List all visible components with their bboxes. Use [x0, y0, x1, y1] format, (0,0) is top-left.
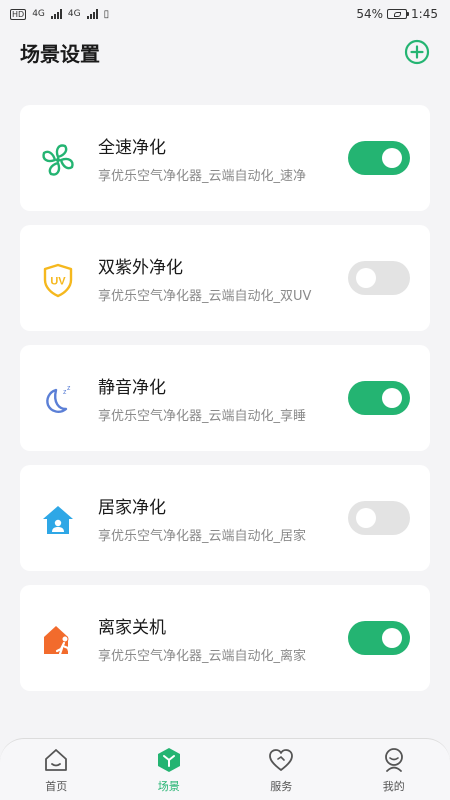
scene-description: 享优乐空气净化器_云端自动化_双UV	[98, 289, 312, 304]
scene-description: 享优乐空气净化器_云端自动化_享睡	[98, 409, 307, 424]
nav-label: 首页	[45, 779, 68, 793]
network-label-2: 4G	[67, 9, 81, 19]
scene-toggle[interactable]	[348, 261, 410, 295]
toggle-knob	[356, 268, 376, 288]
scene-icon	[155, 746, 183, 774]
status-left: HD 4G 4G ▯	[10, 8, 110, 20]
hd-badge: HD	[10, 8, 27, 20]
plus-circle-icon	[404, 39, 430, 65]
scene-card-leave-home[interactable]: 离家关机 享优乐空气净化器_云端自动化_离家	[20, 585, 430, 691]
scene-card-full-speed[interactable]: 全速净化 享优乐空气净化器_云端自动化_速净	[20, 105, 430, 211]
scene-toggle[interactable]	[348, 381, 410, 415]
nav-item-home[interactable]: 首页	[11, 746, 101, 794]
nav-label: 场景	[157, 779, 180, 793]
toggle-knob	[382, 628, 402, 648]
vibrate-icon: ▯	[103, 8, 110, 20]
battery-icon	[387, 9, 410, 19]
scene-description: 享优乐空气净化器_云端自动化_离家	[98, 649, 307, 664]
leave-home-icon	[38, 620, 78, 660]
scene-card-silent[interactable]: z z 静音净化 享优乐空气净化器_云端自动化_享睡	[20, 345, 430, 451]
home-icon	[42, 746, 70, 774]
bottom-nav: 首页 场景 服务 我的	[0, 738, 450, 800]
scene-name: 全速净化	[98, 138, 166, 158]
scene-name: 双紫外净化	[98, 258, 183, 278]
network-label-1: 4G	[32, 9, 45, 19]
scene-name: 居家净化	[98, 498, 166, 518]
scene-toggle[interactable]	[348, 621, 410, 655]
nav-item-profile[interactable]: 我的	[349, 746, 439, 794]
status-bar: HD 4G 4G ▯ 54% 1:45	[0, 0, 450, 28]
scene-description: 享优乐空气净化器_云端自动化_速净	[98, 169, 307, 184]
heart-icon	[267, 746, 295, 774]
fan-icon	[38, 140, 78, 180]
page-title: 场景设置	[20, 41, 100, 66]
scene-name: 静音净化	[98, 378, 166, 398]
scene-card-dual-uv[interactable]: UV 双紫外净化 享优乐空气净化器_云端自动化_双UV	[20, 225, 430, 331]
home-person-icon	[38, 500, 78, 540]
profile-icon	[380, 746, 408, 774]
nav-label: 我的	[382, 779, 405, 793]
uv-shield-icon: UV	[38, 260, 78, 300]
status-time: 1:45	[411, 7, 438, 21]
nav-item-scene[interactable]: 场景	[124, 746, 214, 794]
status-right: 54% 1:45	[356, 7, 438, 21]
scene-toggle[interactable]	[348, 501, 410, 535]
toggle-knob	[382, 388, 402, 408]
signal-icon	[86, 9, 98, 19]
toggle-knob	[382, 148, 402, 168]
battery-percent: 54%	[356, 7, 384, 21]
svg-text:UV: UV	[50, 276, 66, 288]
moon-icon: z z	[38, 380, 78, 420]
scene-list: 全速净化 享优乐空气净化器_云端自动化_速净 UV 双紫外净化 享优乐空气净化器…	[20, 105, 430, 705]
scene-description: 享优乐空气净化器_云端自动化_居家	[98, 529, 307, 544]
signal-icon	[50, 9, 62, 19]
scene-card-home[interactable]: 居家净化 享优乐空气净化器_云端自动化_居家	[20, 465, 430, 571]
toggle-knob	[356, 508, 376, 528]
scene-toggle[interactable]	[348, 141, 410, 175]
add-scene-button[interactable]	[404, 39, 430, 65]
header: 场景设置	[0, 30, 450, 74]
scene-name: 离家关机	[98, 618, 166, 638]
nav-label: 服务	[270, 779, 293, 793]
svg-text:z: z	[67, 385, 71, 392]
nav-item-service[interactable]: 服务	[236, 746, 326, 794]
